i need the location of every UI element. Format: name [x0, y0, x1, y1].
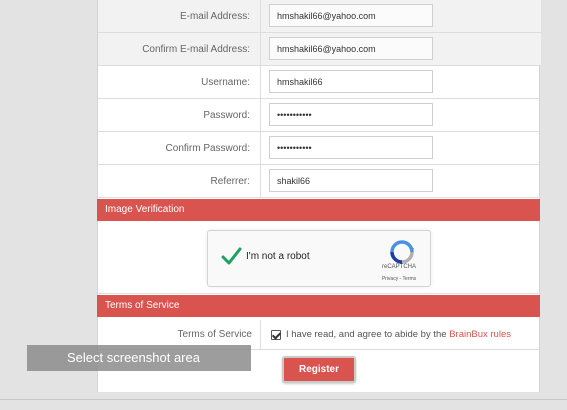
recaptcha-brand: reCAPTCHA: [381, 264, 416, 270]
password-label: Password:: [98, 99, 261, 131]
checkmark-icon[interactable]: [220, 245, 242, 267]
referrer-field[interactable]: [269, 169, 433, 192]
brainbux-rules-link[interactable]: BrainBux rules: [449, 329, 511, 340]
recaptcha-label: I'm not a robot: [246, 251, 310, 262]
password-field[interactable]: [269, 103, 433, 126]
confirm-email-field[interactable]: [269, 37, 433, 60]
confirm-password-field[interactable]: [269, 136, 433, 159]
bottom-divider: [0, 399, 567, 400]
recaptcha-logo-icon: [390, 240, 414, 264]
terms-agree-text: I have read, and agree to abide by the B…: [286, 320, 511, 350]
captcha-area: I'm not a robot reCAPTCHA Privacy - Term…: [98, 222, 541, 294]
referrer-label: Referrer:: [98, 165, 261, 197]
registration-page: E-mail Address: Confirm E-mail Address: …: [0, 0, 567, 410]
referrer-row: Referrer:: [98, 165, 541, 198]
confirm-password-row: Confirm Password:: [98, 132, 541, 165]
confirm-password-label: Confirm Password:: [98, 132, 261, 164]
terms-header: Terms of Service: [97, 295, 540, 317]
email-label: E-mail Address:: [98, 0, 261, 32]
recaptcha-links[interactable]: Privacy - Terms: [368, 276, 430, 282]
select-screenshot-area-overlay[interactable]: Select screenshot area: [27, 345, 251, 371]
username-label: Username:: [98, 66, 261, 98]
confirm-email-label: Confirm E-mail Address:: [98, 33, 261, 65]
confirm-email-row: Confirm E-mail Address:: [98, 33, 541, 66]
registration-form: E-mail Address: Confirm E-mail Address: …: [97, 0, 541, 392]
email-field[interactable]: [269, 4, 433, 27]
terms-checkbox[interactable]: [271, 330, 281, 340]
username-field[interactable]: [269, 70, 433, 93]
email-row: E-mail Address:: [98, 0, 541, 33]
username-row: Username:: [98, 66, 541, 99]
terms-agree-prefix: I have read, and agree to abide by the: [286, 329, 450, 340]
image-verification-header: Image Verification: [97, 199, 540, 221]
register-button[interactable]: Register: [282, 356, 356, 383]
password-row: Password:: [98, 99, 541, 132]
recaptcha-widget[interactable]: I'm not a robot reCAPTCHA Privacy - Term…: [207, 230, 431, 287]
